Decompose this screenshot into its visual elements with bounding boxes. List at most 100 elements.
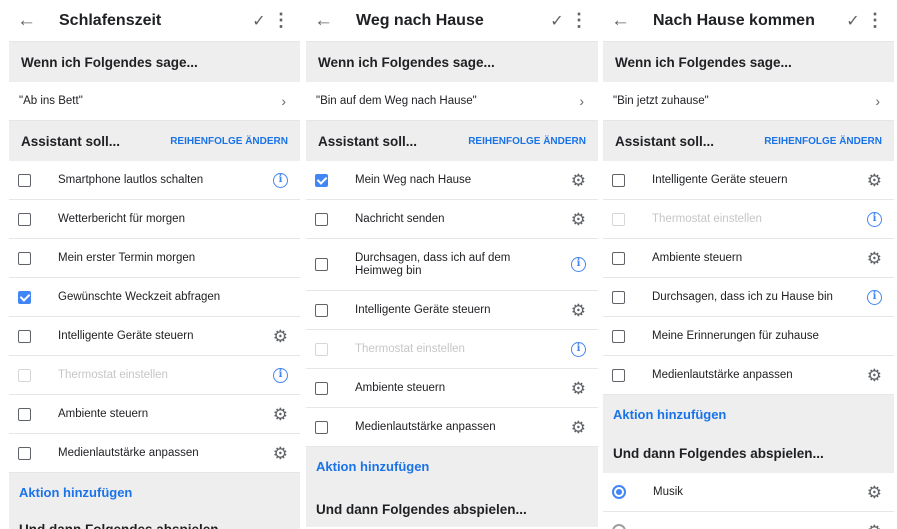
checkbox[interactable] xyxy=(18,329,31,343)
media-label: Musik xyxy=(653,485,684,498)
checkbox[interactable] xyxy=(18,173,31,187)
gear-icon[interactable]: ⚙ xyxy=(273,445,288,462)
gear-icon[interactable]: ⚙ xyxy=(571,419,586,436)
radio-unselected[interactable] xyxy=(612,524,626,529)
action-row[interactable]: Durchsagen, dass ich auf dem Heimweg bin… xyxy=(306,239,598,291)
checkbox[interactable] xyxy=(18,446,31,460)
gear-icon[interactable]: ⚙ xyxy=(571,172,586,189)
phrase-row[interactable]: "Bin jetzt zuhause" › xyxy=(603,82,894,121)
action-row[interactable]: Wetterbericht für morgen xyxy=(9,200,300,239)
checkbox[interactable] xyxy=(18,212,31,226)
checkbox[interactable] xyxy=(315,303,328,317)
action-row[interactable]: Medienlautstärke anpassen ⚙ xyxy=(603,356,894,395)
action-row[interactable]: Ambiente steuern ⚙ xyxy=(603,239,894,278)
gear-icon[interactable]: ⚙ xyxy=(867,172,882,189)
reorder-button[interactable]: REIHENFOLGE ÄNDERN xyxy=(468,136,586,147)
back-arrow-icon[interactable]: ← xyxy=(611,11,641,30)
check-icon[interactable]: ✓ xyxy=(840,11,866,31)
checkbox[interactable] xyxy=(315,420,328,434)
when-section-header: Wenn ich Folgendes sage... xyxy=(9,42,300,82)
gear-icon[interactable]: ⚙ xyxy=(867,367,882,384)
then-play-header: Und dann Folgendes abspielen... xyxy=(306,491,598,527)
gear-icon[interactable]: ⚙ xyxy=(867,523,882,529)
gear-icon[interactable]: ⚙ xyxy=(571,302,586,319)
action-label: Thermostat einstellen xyxy=(652,212,762,225)
action-row[interactable]: Mein Weg nach Hause ⚙ xyxy=(306,161,598,200)
add-action-button[interactable]: Aktion hinzufügen xyxy=(9,473,300,511)
info-icon[interactable]: i xyxy=(867,289,882,305)
checkbox[interactable] xyxy=(18,251,31,265)
checkbox[interactable] xyxy=(612,251,625,265)
gear-icon[interactable]: ⚙ xyxy=(867,250,882,267)
checkbox[interactable] xyxy=(612,329,625,343)
then-play-header: Und dann Folgendes abspielen... xyxy=(603,433,894,473)
info-icon[interactable]: i xyxy=(273,172,288,188)
checkbox[interactable] xyxy=(315,258,328,271)
action-row[interactable]: Smartphone lautlos schalten i xyxy=(9,161,300,200)
action-row[interactable]: Mein erster Termin morgen xyxy=(9,239,300,278)
info-icon[interactable]: i xyxy=(867,211,882,227)
add-action-button[interactable]: Aktion hinzufügen xyxy=(306,447,598,485)
routine-title: Nach Hause kommen xyxy=(653,11,815,29)
routine-title: Schlafenszeit xyxy=(59,11,162,29)
action-row[interactable]: Ambiente steuern ⚙ xyxy=(9,395,300,434)
assistant-header-label: Assistant soll... xyxy=(318,133,418,149)
checkbox[interactable] xyxy=(612,368,625,382)
phrase-text: "Bin jetzt zuhause" xyxy=(613,95,709,107)
info-icon[interactable]: i xyxy=(571,257,586,272)
when-header-label: Wenn ich Folgendes sage... xyxy=(615,54,792,70)
checkbox[interactable] xyxy=(612,290,625,304)
action-row[interactable]: Ambiente steuern ⚙ xyxy=(306,369,598,408)
gear-icon[interactable]: ⚙ xyxy=(273,328,288,345)
app-bar: ← Weg nach Hause ✓ ⋮ xyxy=(306,0,598,42)
when-header-label: Wenn ich Folgendes sage... xyxy=(318,54,495,70)
checkbox-checked[interactable] xyxy=(315,173,328,187)
routine-panel-weg-nach-hause: ← Weg nach Hause ✓ ⋮ Wenn ich Folgendes … xyxy=(306,0,598,529)
check-icon[interactable]: ✓ xyxy=(246,11,272,31)
back-arrow-icon[interactable]: ← xyxy=(17,11,47,30)
chevron-right-icon: › xyxy=(875,93,880,109)
checkbox-checked[interactable] xyxy=(18,290,31,304)
gear-icon[interactable]: ⚙ xyxy=(571,380,586,397)
action-row[interactable]: Meine Erinnerungen für zuhause xyxy=(603,317,894,356)
action-row[interactable]: Intelligente Geräte steuern ⚙ xyxy=(306,291,598,330)
action-label: Ambiente steuern xyxy=(652,251,743,264)
more-vert-icon[interactable]: ⋮ xyxy=(866,10,884,31)
back-arrow-icon[interactable]: ← xyxy=(314,11,344,30)
then-play-header: Und dann Folgendes abspielen... xyxy=(9,511,300,529)
gear-icon[interactable]: ⚙ xyxy=(571,211,586,228)
checkbox[interactable] xyxy=(315,381,328,395)
action-row[interactable]: Medienlautstärke anpassen ⚙ xyxy=(9,434,300,473)
assistant-section-header: Assistant soll... REIHENFOLGE ÄNDERN xyxy=(9,121,300,161)
checkbox[interactable] xyxy=(612,173,625,187)
action-row[interactable]: Gewünschte Weckzeit abfragen xyxy=(9,278,300,317)
checkbox[interactable] xyxy=(315,212,328,226)
reorder-button[interactable]: REIHENFOLGE ÄNDERN xyxy=(764,136,882,147)
phrase-row[interactable]: "Bin auf dem Weg nach Hause" › xyxy=(306,82,598,121)
media-option-row[interactable]: ⚙ xyxy=(603,512,894,529)
more-vert-icon[interactable]: ⋮ xyxy=(272,10,290,31)
action-row-disabled: Thermostat einstellen i xyxy=(9,356,300,395)
checkbox[interactable] xyxy=(18,407,31,421)
info-icon[interactable]: i xyxy=(273,367,288,383)
add-action-button[interactable]: Aktion hinzufügen xyxy=(603,395,894,433)
action-row[interactable]: Intelligente Geräte steuern ⚙ xyxy=(9,317,300,356)
action-label: Medienlautstärke anpassen xyxy=(652,368,793,381)
checkbox-disabled xyxy=(315,342,328,356)
reorder-button[interactable]: REIHENFOLGE ÄNDERN xyxy=(170,136,288,147)
action-label: Ambiente steuern xyxy=(355,381,446,394)
media-option-row[interactable]: Musik ⚙ xyxy=(603,473,894,512)
gear-icon[interactable]: ⚙ xyxy=(867,484,882,501)
action-row[interactable]: Medienlautstärke anpassen ⚙ xyxy=(306,408,598,447)
info-icon[interactable]: i xyxy=(571,341,586,357)
action-row[interactable]: Nachricht senden ⚙ xyxy=(306,200,598,239)
radio-selected[interactable] xyxy=(612,485,626,499)
phrase-row[interactable]: "Ab ins Bett" › xyxy=(9,82,300,121)
action-label: Thermostat einstellen xyxy=(355,342,465,355)
gear-icon[interactable]: ⚙ xyxy=(273,406,288,423)
action-row[interactable]: Intelligente Geräte steuern ⚙ xyxy=(603,161,894,200)
action-row[interactable]: Durchsagen, dass ich zu Hause bin i xyxy=(603,278,894,317)
assistant-header-label: Assistant soll... xyxy=(21,133,121,149)
check-icon[interactable]: ✓ xyxy=(544,11,570,31)
more-vert-icon[interactable]: ⋮ xyxy=(570,10,588,31)
